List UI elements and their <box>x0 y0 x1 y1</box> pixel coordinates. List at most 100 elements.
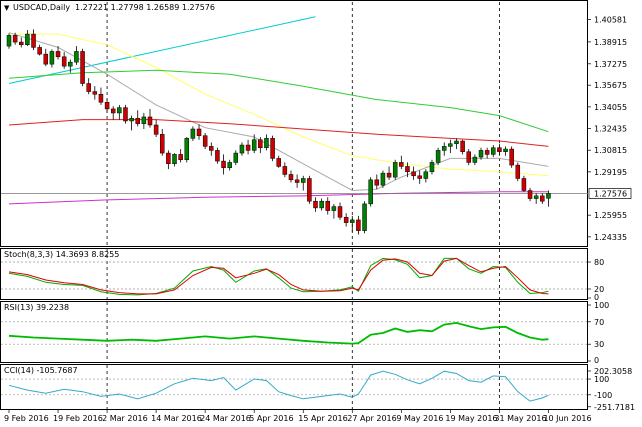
candle-body <box>98 93 104 103</box>
price-tick-label: 1.29195 <box>594 168 627 177</box>
indicator-line <box>8 257 549 295</box>
chart-canvas[interactable]: 1.40581 1.38915 1.37275 1.35675 1.34055 1.324… <box>0 0 642 427</box>
candle-body <box>61 56 67 67</box>
price-tick-label: 1.24335 <box>594 233 627 242</box>
candle-body <box>37 47 42 55</box>
candle-body <box>288 174 294 181</box>
candle-body <box>123 107 128 122</box>
candle-body <box>368 179 373 205</box>
candle-body <box>472 156 478 163</box>
candle-body <box>515 164 521 179</box>
candle-body <box>110 108 116 114</box>
date-tick-label: 10 Jun 2016 <box>543 414 591 423</box>
candle-body <box>190 128 196 139</box>
candle-body <box>221 160 226 169</box>
candle-body <box>147 116 153 126</box>
candle-body <box>356 219 361 231</box>
indicator-tick-label: 70 <box>594 318 604 327</box>
candle-body <box>160 134 165 154</box>
axis-labels-layer: 1.40581 1.38915 1.37275 1.35675 1.34055 1.324… <box>4 16 635 423</box>
candle-body <box>68 61 73 67</box>
candle-body <box>184 138 190 161</box>
candle-body <box>435 150 441 163</box>
candle-body <box>129 118 134 122</box>
price-tick-label: 1.34055 <box>594 103 627 112</box>
candle-body <box>386 172 392 178</box>
candle-body <box>343 217 349 223</box>
candle-body <box>441 146 447 151</box>
candle-body <box>540 195 545 202</box>
indicator-tick-label: 80 <box>594 258 604 267</box>
candle-body <box>31 33 36 48</box>
price-tick-label: 1.30815 <box>594 146 627 155</box>
date-tick-label: 9 Feb 2016 <box>4 414 49 423</box>
candle-body <box>521 178 527 191</box>
candle-body <box>313 200 318 209</box>
candle-body <box>497 147 502 152</box>
indicator-line <box>8 257 549 296</box>
candle-body <box>202 135 208 147</box>
header-arrow-icon[interactable]: ▼ <box>4 4 10 12</box>
candle-body <box>307 178 312 202</box>
candle-body <box>491 147 496 155</box>
candle-body <box>331 206 337 211</box>
price-tick-label: 1.25955 <box>594 211 627 220</box>
date-tick-label: 14 Mar 2016 <box>151 414 202 423</box>
candle-body <box>270 138 275 159</box>
candle-body <box>12 35 18 43</box>
candle-body <box>282 166 288 175</box>
moving-average-line <box>8 119 549 147</box>
candle-body <box>509 148 514 166</box>
candle-body <box>166 152 171 165</box>
candle-body <box>258 139 263 148</box>
indicator-line <box>8 321 549 345</box>
candles-layer <box>6 29 551 235</box>
candle-body <box>350 219 355 223</box>
indicator-tick-label: 100 <box>594 375 609 384</box>
candle-body <box>503 148 508 152</box>
candle-body <box>276 158 281 167</box>
candle-body <box>527 190 533 199</box>
cci-title: CCI(14) -105.7687 <box>4 366 78 375</box>
candle-body <box>484 150 490 155</box>
candle-body <box>233 152 239 163</box>
candle-body <box>319 200 324 209</box>
indicator-layer <box>8 257 549 402</box>
candle-body <box>135 118 140 124</box>
candle-body <box>337 206 343 218</box>
header-symbol: USDCAD,Daily <box>13 3 70 12</box>
date-tick-label: 19 May 2016 <box>445 414 497 423</box>
candle-body <box>423 171 429 179</box>
candle-body <box>411 171 416 177</box>
indicator-tick-label: 30 <box>594 340 604 349</box>
candle-body <box>104 102 110 110</box>
candle-body <box>405 166 410 173</box>
candle-body <box>392 162 398 178</box>
candle-body <box>49 51 55 65</box>
candle-body <box>533 195 539 199</box>
candle-body <box>325 200 331 211</box>
candle-body <box>25 33 30 46</box>
candle-body <box>300 178 306 183</box>
candle-body <box>239 144 245 154</box>
date-tick-label: 5 Apr 2016 <box>249 414 293 423</box>
candle-body <box>466 151 471 163</box>
candle-body <box>264 138 269 148</box>
candle-body <box>153 124 159 135</box>
price-tick-label: 1.40581 <box>594 16 627 25</box>
price-tick-label: 1.27576 <box>594 190 627 199</box>
header-ohlc: 1.27221 1.27798 1.26589 1.27576 <box>75 3 215 12</box>
indicator-tick-label: -100 <box>594 391 612 400</box>
candle-body <box>55 51 61 58</box>
rsi-title: RSI(13) 39.2238 <box>4 303 69 312</box>
date-tick-label: 9 May 2016 <box>396 414 443 423</box>
candle-body <box>196 128 202 136</box>
date-tick-label: 27 Apr 2016 <box>347 414 396 423</box>
candle-body <box>19 41 24 46</box>
indicator-tick-label: -251.7181 <box>594 403 635 412</box>
candle-body <box>294 179 300 183</box>
moving-average-layer <box>1 16 588 205</box>
candle-body <box>374 179 380 186</box>
candle-body <box>362 203 367 231</box>
candle-body <box>245 144 251 151</box>
